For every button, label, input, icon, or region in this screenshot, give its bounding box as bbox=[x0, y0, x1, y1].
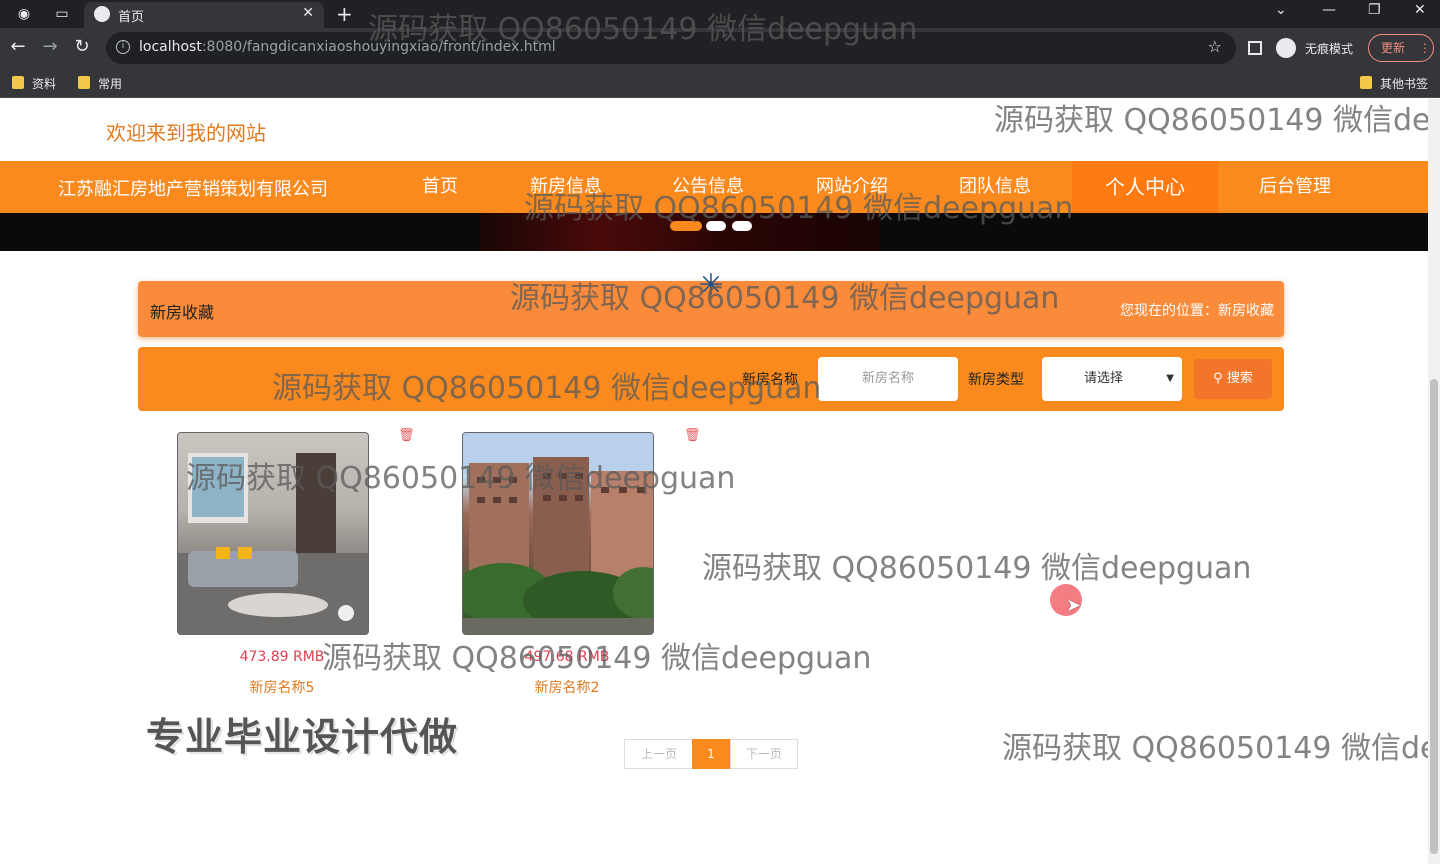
browser-tab-bar: ◉ ▭ 首页 ✕ + ⌄ — ❐ ✕ bbox=[0, 0, 1440, 28]
page-scrollbar[interactable] bbox=[1428, 99, 1440, 864]
watermark-text: 源码获取 QQ86050149 微信deepguan bbox=[702, 551, 1252, 586]
prev-page-button[interactable]: 上一页 bbox=[624, 739, 694, 769]
globe-icon bbox=[94, 6, 110, 22]
scrollbar-thumb[interactable] bbox=[1430, 379, 1438, 854]
bookmark-folder[interactable]: 资料 bbox=[12, 75, 56, 92]
incognito-icon bbox=[1276, 38, 1296, 58]
forward-icon[interactable]: → bbox=[38, 36, 62, 57]
delete-favorite-icon[interactable]: 🗑 bbox=[684, 429, 701, 443]
tab-list-icon[interactable]: ▭ bbox=[52, 4, 72, 24]
type-select[interactable]: 请选择 ▼ bbox=[1042, 357, 1182, 401]
nav-item-about[interactable]: 网站介绍 bbox=[800, 161, 904, 213]
bookmark-folder[interactable]: 常用 bbox=[78, 75, 122, 92]
carousel-dot[interactable] bbox=[732, 221, 752, 231]
address-bar[interactable]: i localhost:8080/fangdicanxiaoshouyingxi… bbox=[106, 32, 1236, 64]
main-nav: 江苏融汇房地产营销策划有限公司 首页 新房信息 公告信息 网站介绍 团队信息 个… bbox=[0, 161, 1428, 213]
search-button[interactable]: ⚲ 搜索 bbox=[1194, 359, 1272, 399]
minimize-button[interactable]: — bbox=[1322, 2, 1336, 18]
tab-home[interactable]: 首页 ✕ bbox=[84, 2, 324, 28]
banner-image bbox=[480, 213, 880, 251]
close-window-button[interactable]: ✕ bbox=[1414, 2, 1426, 18]
carousel-dot-active[interactable] bbox=[670, 221, 702, 231]
house-photo[interactable] bbox=[177, 432, 369, 635]
update-button[interactable]: 更新 ⋮ bbox=[1368, 34, 1434, 62]
new-tab-button[interactable]: + bbox=[336, 2, 353, 26]
watermark-text: 源码获取 QQ86050149 微信deepguan bbox=[994, 103, 1428, 138]
side-panel-icon[interactable] bbox=[1248, 41, 1262, 55]
price-text: 497.68 RMB bbox=[524, 649, 610, 665]
url-text: localhost:8080/fangdicanxiaoshouyingxiao… bbox=[139, 39, 556, 55]
overlay-promo-text: 专业毕业设计代做 bbox=[146, 715, 459, 759]
nav-item-profile[interactable]: 个人中心 bbox=[1072, 161, 1218, 213]
watermark-text: 源码获取 QQ86050149 微信deepguan bbox=[1002, 731, 1428, 766]
bookmarks-bar: 资料 常用 其他书签 bbox=[0, 68, 1440, 98]
nav-item-home[interactable]: 首页 bbox=[400, 161, 480, 213]
other-bookmarks[interactable]: 其他书签 bbox=[1360, 75, 1428, 92]
nav-item-notices[interactable]: 公告信息 bbox=[658, 161, 758, 213]
delete-favorite-icon[interactable]: 🗑 bbox=[398, 429, 415, 443]
close-tab-icon[interactable]: ✕ bbox=[302, 5, 314, 21]
house-photo[interactable] bbox=[462, 432, 654, 635]
nav-item-team[interactable]: 团队信息 bbox=[944, 161, 1046, 213]
carousel-dot[interactable] bbox=[706, 221, 726, 231]
next-page-button[interactable]: 下一页 bbox=[730, 739, 798, 769]
search-bar: 新房名称 新房名称 新房类型 请选择 ▼ ⚲ 搜索 bbox=[138, 347, 1284, 411]
mouse-cursor-icon: ➤ bbox=[1066, 595, 1082, 616]
loading-spinner-icon: ✳ bbox=[698, 268, 724, 303]
tab-title: 首页 bbox=[118, 10, 145, 25]
welcome-text: 欢迎来到我的网站 bbox=[106, 121, 266, 145]
breadcrumb: 您现在的位置：新房收藏 bbox=[1120, 303, 1274, 319]
browser-menu-icon[interactable]: ◉ bbox=[14, 4, 34, 24]
page-title: 新房收藏 bbox=[150, 303, 215, 322]
page-number-button[interactable]: 1 bbox=[692, 739, 730, 769]
name-search-input[interactable]: 新房名称 bbox=[818, 357, 958, 401]
nav-item-admin[interactable]: 后台管理 bbox=[1244, 161, 1346, 213]
nav-item-new-houses[interactable]: 新房信息 bbox=[516, 161, 616, 213]
company-name: 江苏融汇房地产营销策划有限公司 bbox=[58, 179, 328, 200]
reload-icon[interactable]: ↻ bbox=[70, 36, 94, 57]
type-label: 新房类型 bbox=[968, 372, 1024, 388]
house-name-link[interactable]: 新房名称5 bbox=[177, 677, 387, 697]
bookmark-star-icon[interactable]: ☆ bbox=[1208, 37, 1222, 56]
chevron-down-icon: ▼ bbox=[1166, 373, 1174, 384]
tab-search-icon[interactable]: ⌄ bbox=[1275, 2, 1287, 18]
name-label: 新房名称 bbox=[742, 372, 798, 388]
site-info-icon[interactable]: i bbox=[116, 40, 130, 54]
back-icon[interactable]: ← bbox=[6, 36, 30, 57]
banner-carousel bbox=[0, 213, 1428, 251]
house-name-link[interactable]: 新房名称2 bbox=[462, 677, 672, 697]
price-text: 473.89 RMB bbox=[239, 649, 325, 665]
web-page: 欢迎来到我的网站 江苏融汇房地产营销策划有限公司 首页 新房信息 公告信息 网站… bbox=[0, 99, 1428, 864]
browser-toolbar: ← → ↻ i localhost:8080/fangdicanxiaoshou… bbox=[0, 28, 1440, 68]
search-icon: ⚲ bbox=[1213, 371, 1223, 386]
incognito-label: 无痕模式 bbox=[1305, 42, 1354, 56]
restore-button[interactable]: ❐ bbox=[1368, 2, 1381, 18]
